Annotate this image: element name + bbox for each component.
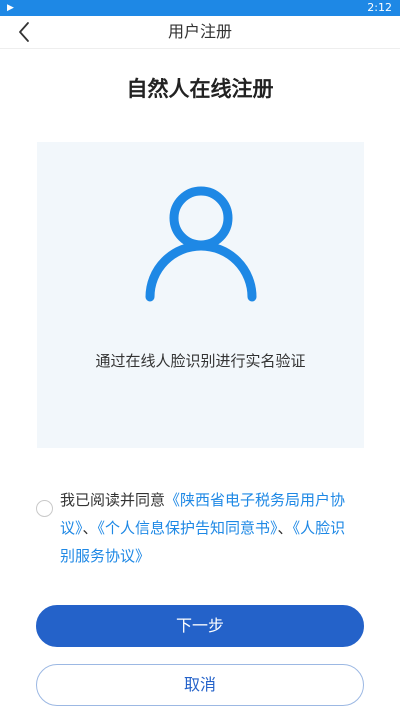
cancel-button[interactable]: 取消: [36, 664, 364, 706]
status-time: 2:12: [367, 1, 392, 14]
face-recognition-panel[interactable]: 通过在线人脸识别进行实名验证: [37, 142, 364, 448]
page-title: 用户注册: [167, 22, 232, 41]
nav-bar: 用户注册: [0, 16, 400, 49]
agreement-separator: 、: [277, 519, 293, 537]
agreement-text: 我已阅读并同意《陕西省电子税务局用户协议》、《个人信息保护告知同意书》、《人脸识…: [60, 486, 360, 570]
agree-radio[interactable]: [36, 500, 53, 517]
agreement-separator: 、: [82, 519, 98, 537]
status-bar: ▶ 2:12: [0, 0, 400, 16]
face-verify-hint: 通过在线人脸识别进行实名验证: [95, 352, 306, 370]
privacy-consent-link[interactable]: 《个人信息保护告知同意书》: [98, 519, 278, 537]
play-icon: ▶: [7, 3, 14, 13]
user-avatar-icon: [145, 186, 257, 302]
agreement-prefix: 我已阅读并同意: [60, 491, 166, 509]
registration-heading: 自然人在线注册: [126, 77, 274, 101]
next-step-button[interactable]: 下一步: [36, 605, 364, 647]
